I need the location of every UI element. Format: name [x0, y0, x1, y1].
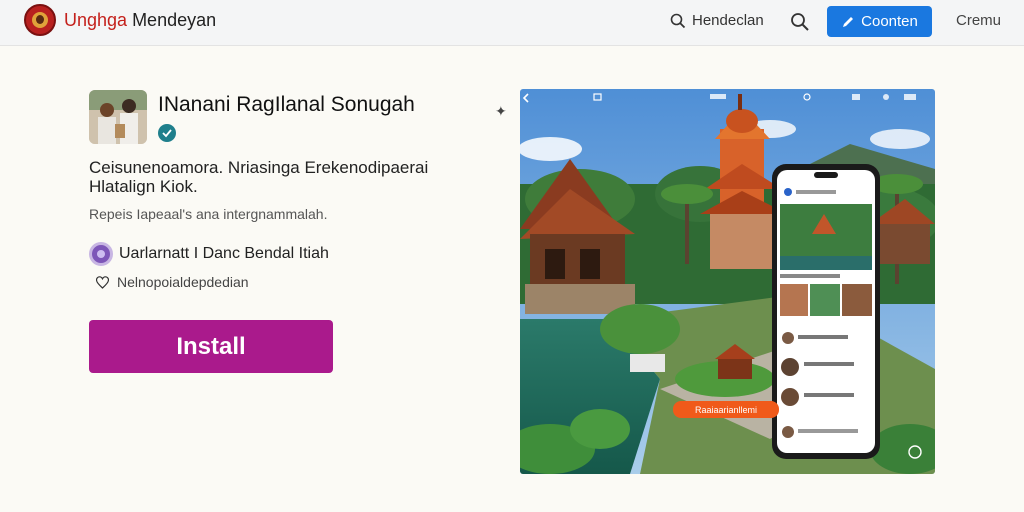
- shield-icon: [97, 250, 105, 258]
- install-button[interactable]: Install: [89, 320, 333, 373]
- search-icon: [791, 13, 809, 31]
- hero-banner[interactable]: Raaiaarianllemi: [673, 401, 779, 418]
- phone-mockup: [772, 164, 880, 459]
- hero-status-bar: [522, 93, 916, 103]
- developer-icon: [89, 242, 113, 266]
- back-icon: [522, 93, 529, 103]
- sparkle-icon: ✦: [495, 103, 507, 119]
- signal-icon: [803, 93, 811, 101]
- app-icon: [89, 90, 147, 144]
- nav-search-link[interactable]: Hendeclan: [670, 12, 764, 29]
- brand-name[interactable]: Unghga Mendeyan: [64, 10, 216, 31]
- brand-name-rest: Mendeyan: [127, 10, 217, 30]
- check-icon: [162, 129, 172, 138]
- logo-figure: [36, 15, 44, 24]
- wifi-icon: [593, 93, 602, 101]
- app-meta-text: Nelnopoialdepdedian: [117, 274, 249, 290]
- verified-badge: [158, 124, 176, 142]
- pen-icon: [843, 16, 854, 27]
- brand-logo[interactable]: [24, 4, 56, 36]
- nav-menu-link[interactable]: Cremu: [956, 12, 1001, 29]
- battery-icon: [852, 94, 860, 100]
- expand-icon[interactable]: [908, 445, 922, 459]
- cta-button[interactable]: Coonten: [827, 6, 932, 37]
- app-description: Ceisunenoamora. Nriasinga Erekenodipaera…: [89, 158, 429, 196]
- nav-search-label: Hendeclan: [692, 12, 764, 29]
- app-meta-row: Nelnopoialdepdedian: [96, 274, 249, 290]
- app-title: INanani RagIlanal Sonugah: [158, 93, 415, 116]
- cta-label: Coonten: [861, 13, 918, 30]
- app-icon-image: [89, 90, 147, 144]
- search-icon: [670, 13, 686, 28]
- developer-row[interactable]: Uarlarnatt I Danc Bendal Itiah: [89, 242, 329, 266]
- app-subdescription: Repeis Iapeaal's ana intergnammalah.: [89, 206, 328, 222]
- developer-name: Uarlarnatt I Danc Bendal Itiah: [119, 245, 329, 262]
- heart-icon: [96, 275, 109, 289]
- brand-name-accent: Unghga: [64, 10, 128, 30]
- hero-screenshot[interactable]: Raaiaarianllemi: [520, 89, 935, 474]
- top-navigation-bar: Unghga Mendeyan Hendeclan Coonten Cremu: [0, 0, 1024, 46]
- clock-icon: [710, 94, 726, 99]
- search-button[interactable]: [790, 12, 810, 32]
